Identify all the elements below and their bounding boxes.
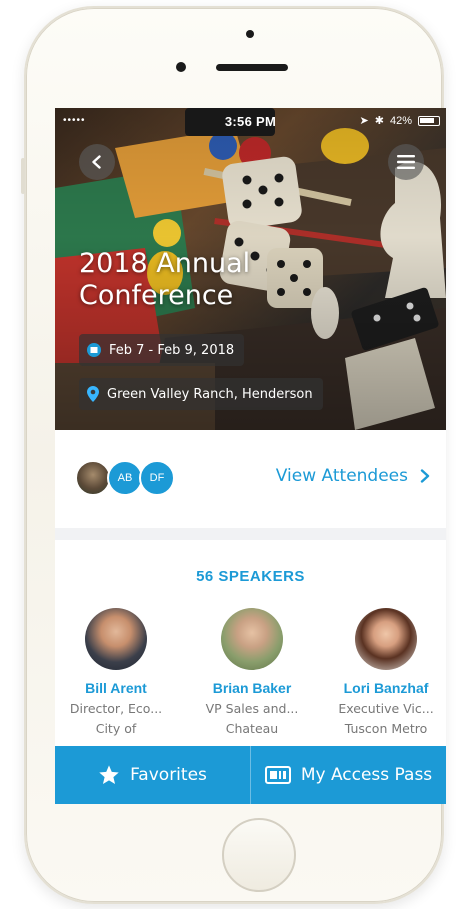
speakers-section: 56 SPEAKERS Bill Arent Director, Eco... … [55,540,446,750]
speakers-heading[interactable]: 56 SPEAKERS [55,568,446,585]
speaker-photo [85,608,147,670]
speaker-card[interactable]: Brian Baker VP Sales and... Chateau [193,608,311,736]
access-pass-label: My Access Pass [300,765,433,785]
status-indicators: ➤ ✱ 42% [360,114,440,127]
event-dates: Feb 7 - Feb 9, 2018 [109,342,235,358]
speaker-role: VP Sales and... [205,701,299,716]
speaker-name: Lori Banzhaf [343,680,429,696]
event-hero: ••••• 3:56 PM ➤ ✱ 42% 2018 Annual Confer… [55,108,446,430]
ticket-icon [264,766,291,784]
front-camera [176,62,186,72]
side-button [21,158,25,194]
access-pass-button[interactable]: My Access Pass [251,746,446,804]
bluetooth-icon: ✱ [374,115,384,127]
home-button[interactable] [222,818,296,892]
status-bar: ••••• 3:56 PM ➤ ✱ 42% [55,108,446,134]
attendees-row[interactable]: AB DF View Attendees [55,430,446,528]
speaker-card[interactable]: Lori Banzhaf Executive Vic... Tuscon Met… [327,608,445,736]
map-pin-icon [87,386,99,402]
star-icon [99,765,119,784]
speaker-card[interactable]: Bill Arent Director, Eco... City of [57,608,175,736]
earpiece-speaker [216,64,288,71]
avatar-initials: DF [139,460,175,496]
speaker-photo [221,608,283,670]
event-location-badge[interactable]: Green Valley Ranch, Henderson [79,378,323,410]
speaker-name: Brian Baker [212,680,292,696]
menu-button[interactable] [388,144,424,180]
speaker-name: Bill Arent [85,680,147,696]
speaker-organization: Chateau [225,721,279,736]
event-title: 2018 Annual Conference [79,248,251,311]
avatar [75,460,111,496]
speaker-organization: City of [95,721,137,736]
event-dates-badge: Feb 7 - Feb 9, 2018 [79,334,245,366]
location-arrow-icon: ➤ [359,115,369,127]
app-screen: ••••• 3:56 PM ➤ ✱ 42% 2018 Annual Confer… [55,108,446,804]
view-attendees-link[interactable]: View Attendees [276,466,430,486]
hamburger-menu-icon [397,155,415,169]
speaker-photo [355,608,417,670]
chevron-left-icon [92,155,101,169]
favorites-label: Favorites [130,765,207,785]
proximity-sensor [246,30,254,38]
calendar-icon [87,343,101,357]
battery-percent: 42% [389,114,412,127]
back-button[interactable] [79,144,115,180]
avatar-initials: AB [107,460,143,496]
speaker-organization: Tuscon Metro [344,721,428,736]
speaker-role: Director, Eco... [69,701,163,716]
bottom-action-bar: Favorites My Access Pass [55,746,446,804]
view-attendees-label: View Attendees [275,466,408,486]
favorites-button[interactable]: Favorites [55,746,251,804]
battery-icon [418,115,440,126]
speaker-role: Executive Vic... [338,701,434,716]
event-location: Green Valley Ranch, Henderson [107,386,313,402]
chevron-right-icon [420,469,430,483]
